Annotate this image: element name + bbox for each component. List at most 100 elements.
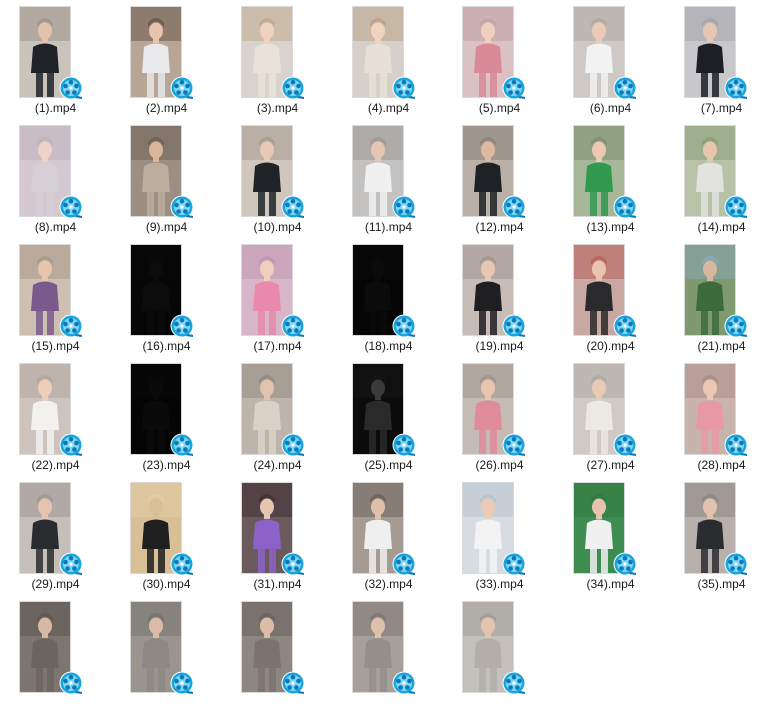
media-player-video-icon — [392, 433, 416, 457]
video-file-item[interactable]: (34).mp4 — [555, 476, 666, 595]
video-file-item[interactable]: (15).mp4 — [0, 238, 111, 357]
file-name-label: (14).mp4 — [697, 220, 746, 234]
file-name-label: (28).mp4 — [697, 458, 746, 472]
media-player-video-icon — [502, 76, 526, 100]
video-file-item[interactable]: (3).mp4 — [222, 0, 333, 119]
media-player-video-icon — [281, 314, 305, 338]
media-player-video-icon — [281, 552, 305, 576]
file-name-label: (23).mp4 — [142, 458, 191, 472]
video-file-item[interactable]: (20).mp4 — [555, 238, 666, 357]
media-player-video-icon — [613, 314, 637, 338]
video-file-item[interactable]: (35).mp4 — [666, 476, 760, 595]
media-player-video-icon — [502, 671, 526, 695]
media-player-video-icon — [392, 552, 416, 576]
media-player-video-icon — [170, 76, 194, 100]
video-file-item[interactable]: (22).mp4 — [0, 357, 111, 476]
video-file-item[interactable]: (8).mp4 — [0, 119, 111, 238]
video-file-item[interactable]: (5).mp4 — [444, 0, 555, 119]
video-file-item[interactable]: (10).mp4 — [222, 119, 333, 238]
file-name-label: (24).mp4 — [253, 458, 302, 472]
file-name-label: (29).mp4 — [31, 577, 80, 591]
video-file-item[interactable]: (33).mp4 — [444, 476, 555, 595]
video-file-item[interactable]: (12).mp4 — [444, 119, 555, 238]
video-file-item[interactable]: (7).mp4 — [666, 0, 760, 119]
video-file-item[interactable] — [222, 595, 333, 714]
file-name-label: (5).mp4 — [478, 101, 521, 115]
media-player-video-icon — [502, 552, 526, 576]
file-name-label: (13).mp4 — [586, 220, 635, 234]
media-player-video-icon — [724, 195, 748, 219]
media-player-video-icon — [724, 552, 748, 576]
media-player-video-icon — [59, 671, 83, 695]
file-name-label: (32).mp4 — [364, 577, 413, 591]
video-file-item[interactable]: (2).mp4 — [111, 0, 222, 119]
video-file-item[interactable]: (32).mp4 — [333, 476, 444, 595]
media-player-video-icon — [613, 552, 637, 576]
file-name-label: (18).mp4 — [364, 339, 413, 353]
media-player-video-icon — [392, 671, 416, 695]
video-file-item[interactable] — [333, 595, 444, 714]
video-file-item[interactable]: (30).mp4 — [111, 476, 222, 595]
file-name-label: (6).mp4 — [589, 101, 632, 115]
media-player-video-icon — [613, 433, 637, 457]
video-file-item[interactable] — [111, 595, 222, 714]
media-player-video-icon — [502, 314, 526, 338]
video-file-item[interactable]: (29).mp4 — [0, 476, 111, 595]
video-file-item[interactable]: (26).mp4 — [444, 357, 555, 476]
file-name-label: (20).mp4 — [586, 339, 635, 353]
file-name-label: (10).mp4 — [253, 220, 302, 234]
media-player-video-icon — [170, 433, 194, 457]
file-name-label: (33).mp4 — [475, 577, 524, 591]
video-file-item[interactable]: (4).mp4 — [333, 0, 444, 119]
video-file-item[interactable]: (13).mp4 — [555, 119, 666, 238]
media-player-video-icon — [281, 195, 305, 219]
media-player-video-icon — [392, 314, 416, 338]
file-grid: (1).mp4 (2).mp4 (3).mp4 (4).mp4 (5).mp4 (6).m… — [0, 0, 760, 695]
file-name-label: (12).mp4 — [475, 220, 524, 234]
file-name-label: (8).mp4 — [34, 220, 77, 234]
file-name-label: (35).mp4 — [697, 577, 746, 591]
video-file-item[interactable]: (19).mp4 — [444, 238, 555, 357]
video-file-item[interactable]: (1).mp4 — [0, 0, 111, 119]
media-player-video-icon — [724, 76, 748, 100]
media-player-video-icon — [502, 195, 526, 219]
video-file-item[interactable]: (25).mp4 — [333, 357, 444, 476]
media-player-video-icon — [59, 195, 83, 219]
video-file-item[interactable]: (16).mp4 — [111, 238, 222, 357]
media-player-video-icon — [724, 314, 748, 338]
video-file-item[interactable]: (28).mp4 — [666, 357, 760, 476]
video-file-item[interactable] — [0, 595, 111, 714]
media-player-video-icon — [613, 76, 637, 100]
file-name-label: (27).mp4 — [586, 458, 635, 472]
file-name-label: (2).mp4 — [145, 101, 188, 115]
media-player-video-icon — [281, 433, 305, 457]
media-player-video-icon — [59, 552, 83, 576]
video-file-item[interactable]: (31).mp4 — [222, 476, 333, 595]
file-name-label: (26).mp4 — [475, 458, 524, 472]
file-name-label: (3).mp4 — [256, 101, 299, 115]
media-player-video-icon — [281, 76, 305, 100]
media-player-video-icon — [613, 195, 637, 219]
video-file-item[interactable]: (17).mp4 — [222, 238, 333, 357]
media-player-video-icon — [170, 671, 194, 695]
media-player-video-icon — [281, 671, 305, 695]
video-file-item[interactable]: (14).mp4 — [666, 119, 760, 238]
video-file-item[interactable] — [444, 595, 555, 714]
file-name-label: (22).mp4 — [31, 458, 80, 472]
video-file-item[interactable]: (21).mp4 — [666, 238, 760, 357]
file-name-label: (19).mp4 — [475, 339, 524, 353]
file-name-label: (1).mp4 — [34, 101, 77, 115]
file-name-label: (17).mp4 — [253, 339, 302, 353]
video-file-item[interactable]: (23).mp4 — [111, 357, 222, 476]
file-name-label: (25).mp4 — [364, 458, 413, 472]
file-name-label: (34).mp4 — [586, 577, 635, 591]
video-file-item[interactable]: (18).mp4 — [333, 238, 444, 357]
video-file-item[interactable]: (24).mp4 — [222, 357, 333, 476]
file-name-label: (11).mp4 — [364, 220, 413, 234]
video-file-item[interactable]: (27).mp4 — [555, 357, 666, 476]
media-player-video-icon — [59, 433, 83, 457]
video-file-item[interactable]: (6).mp4 — [555, 0, 666, 119]
file-name-label: (7).mp4 — [700, 101, 743, 115]
video-file-item[interactable]: (11).mp4 — [333, 119, 444, 238]
video-file-item[interactable]: (9).mp4 — [111, 119, 222, 238]
